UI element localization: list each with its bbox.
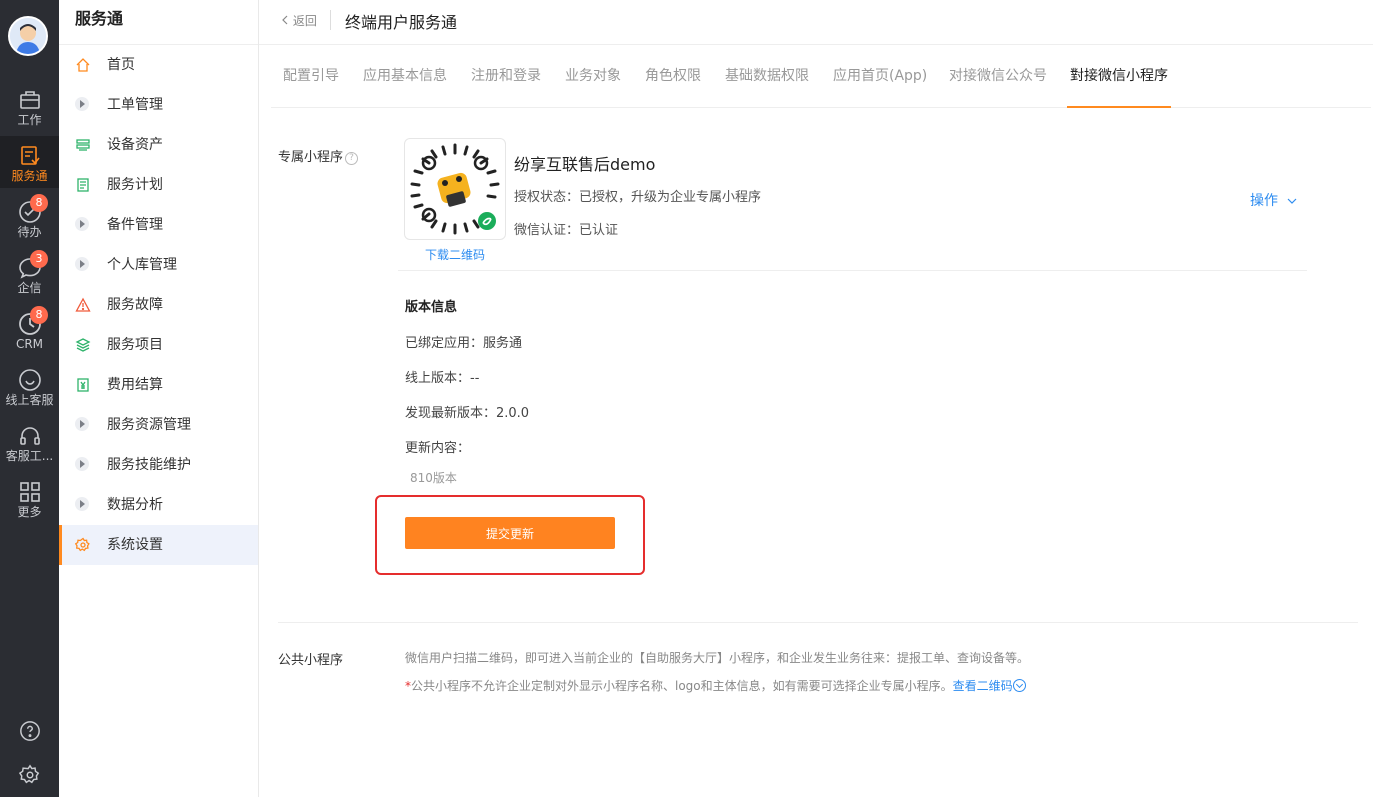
grid-icon [18, 480, 42, 504]
public-note: *公共小程序不允许企业定制对外显示小程序名称、logo和主体信息，如有需要可选择… [405, 677, 1026, 694]
sidebar-item-spare-parts[interactable]: 备件管理 [59, 205, 258, 245]
back-link[interactable]: 返回 [281, 12, 317, 29]
tab-business-objects[interactable]: 业务对象 [565, 46, 621, 108]
plan-icon [77, 178, 89, 192]
sidebar-item-system-settings[interactable]: 系统设置 [59, 525, 258, 565]
avatar[interactable] [8, 16, 48, 56]
latest-version: 发现最新版本：2.0.0 [405, 406, 530, 421]
divider [330, 10, 331, 30]
chat-badge: 3 [30, 250, 48, 268]
expand-icon [75, 217, 89, 231]
rail-item-work[interactable]: 工作 [0, 88, 59, 127]
service-icon [18, 144, 42, 168]
sidebar-item-skills[interactable]: 服务技能维护 [59, 445, 258, 485]
page-title: 终端用户服务通 [345, 13, 458, 32]
download-qr-link[interactable]: 下载二维码 [404, 246, 506, 263]
chevron-down-icon [1288, 198, 1297, 204]
sidebar-item-resources[interactable]: 服务资源管理 [59, 405, 258, 445]
layers-icon [75, 338, 91, 352]
sidebar-item-devices[interactable]: 设备资产 [59, 125, 258, 165]
sidebar-item-service-items[interactable]: 服务项目 [59, 325, 258, 365]
gear-icon [75, 537, 90, 552]
qr-icon [410, 143, 500, 235]
chevron-left-icon [282, 15, 288, 25]
help-button[interactable] [0, 720, 59, 746]
warning-icon [75, 297, 91, 312]
rail-item-agent[interactable]: 客服工... [0, 424, 59, 463]
bound-app: 已绑定应用：服务通 [405, 336, 523, 351]
sidebar-item-work-orders[interactable]: 工单管理 [59, 85, 258, 125]
main-content: 返回 终端用户服务通 配置引导 应用基本信息 注册和登录 业务对象 角色权限 基… [259, 0, 1373, 797]
sidebar-item-service-plan[interactable]: 服务计划 [59, 165, 258, 205]
headset-icon [18, 424, 42, 448]
submit-update-button[interactable]: 提交更新 [405, 517, 615, 549]
left-rail: 工作 服务通 8 待办 3 企信 8 CRM 线上客服 客服工... 更多 [0, 0, 59, 797]
tab-bar: 配置引导 应用基本信息 注册和登录 业务对象 角色权限 基础数据权限 应用首页(… [271, 46, 1371, 108]
view-qr-link[interactable]: 查看二维码 [953, 679, 1026, 693]
miniprogram-qr-code [404, 138, 506, 240]
tab-role-permissions[interactable]: 角色权限 [645, 46, 701, 108]
exclusive-miniprogram-label: 专属小程序? [278, 146, 359, 165]
sidebar-item-personal-stock[interactable]: 个人库管理 [59, 245, 258, 285]
divider [278, 622, 1358, 623]
expand-icon [75, 497, 89, 511]
chevron-down-circle-icon [1012, 679, 1026, 692]
update-content-label: 更新内容： [405, 441, 471, 456]
divider [398, 270, 1307, 271]
rail-item-todo[interactable]: 8 待办 [0, 194, 59, 239]
expand-icon [75, 97, 89, 111]
todo-badge: 8 [30, 194, 48, 212]
public-miniprogram-label: 公共小程序 [278, 653, 344, 668]
yen-icon [77, 378, 89, 392]
crm-badge: 8 [30, 306, 48, 324]
expand-icon [75, 457, 89, 471]
tab-wechat-official[interactable]: 对接微信公众号 [949, 46, 1047, 108]
tab-config-guide[interactable]: 配置引导 [283, 46, 339, 108]
topbar: 返回 终端用户服务通 [259, 0, 1373, 45]
sidebar: 服务通 首页 工单管理 设备资产 服务计划 备件管理 个人库管理 服务故障 服务… [59, 0, 259, 797]
sidebar-title: 服务通 [59, 0, 258, 45]
operation-dropdown[interactable]: 操作 [1250, 190, 1298, 210]
expand-icon [75, 417, 89, 431]
smile-icon [18, 368, 42, 392]
tab-register-login[interactable]: 注册和登录 [471, 46, 541, 108]
home-icon [76, 58, 90, 72]
wechat-certification: 微信认证：已认证 [514, 223, 619, 238]
sidebar-item-service-faults[interactable]: 服务故障 [59, 285, 258, 325]
tab-wechat-miniprogram[interactable]: 對接微信小程序 [1067, 46, 1171, 108]
sidebar-item-analytics[interactable]: 数据分析 [59, 485, 258, 525]
tab-data-permissions[interactable]: 基础数据权限 [725, 46, 809, 108]
update-note: 810版本 [410, 471, 457, 485]
gear-icon [18, 764, 39, 784]
rail-item-chat[interactable]: 3 企信 [0, 250, 59, 295]
rail-item-more[interactable]: 更多 [0, 480, 59, 519]
rail-item-crm[interactable]: 8 CRM [0, 306, 59, 351]
sidebar-item-settlement[interactable]: 费用结算 [59, 365, 258, 405]
version-info-title: 版本信息 [405, 300, 458, 315]
settings-button[interactable] [0, 764, 59, 790]
miniprogram-name: 纷享互联售后demo [514, 155, 656, 174]
tab-basic-info[interactable]: 应用基本信息 [363, 46, 447, 108]
briefcase-icon [18, 88, 42, 112]
auth-status: 授权状态：已授权，升级为企业专属小程序 [514, 190, 762, 205]
expand-icon [75, 257, 89, 271]
help-icon[interactable]: ? [345, 152, 359, 165]
sidebar-item-home[interactable]: 首页 [59, 45, 258, 85]
help-icon [19, 721, 40, 741]
public-description: 微信用户扫描二维码，即可进入当前企业的【自助服务大厅】小程序，和企业发生业务往来… [405, 651, 1030, 665]
rail-item-service[interactable]: 服务通 [0, 136, 59, 188]
device-icon [76, 139, 90, 151]
tab-app-home[interactable]: 应用首页(App) [833, 46, 927, 108]
online-version: 线上版本：-- [405, 371, 480, 386]
rail-item-online-service[interactable]: 线上客服 [0, 368, 59, 407]
